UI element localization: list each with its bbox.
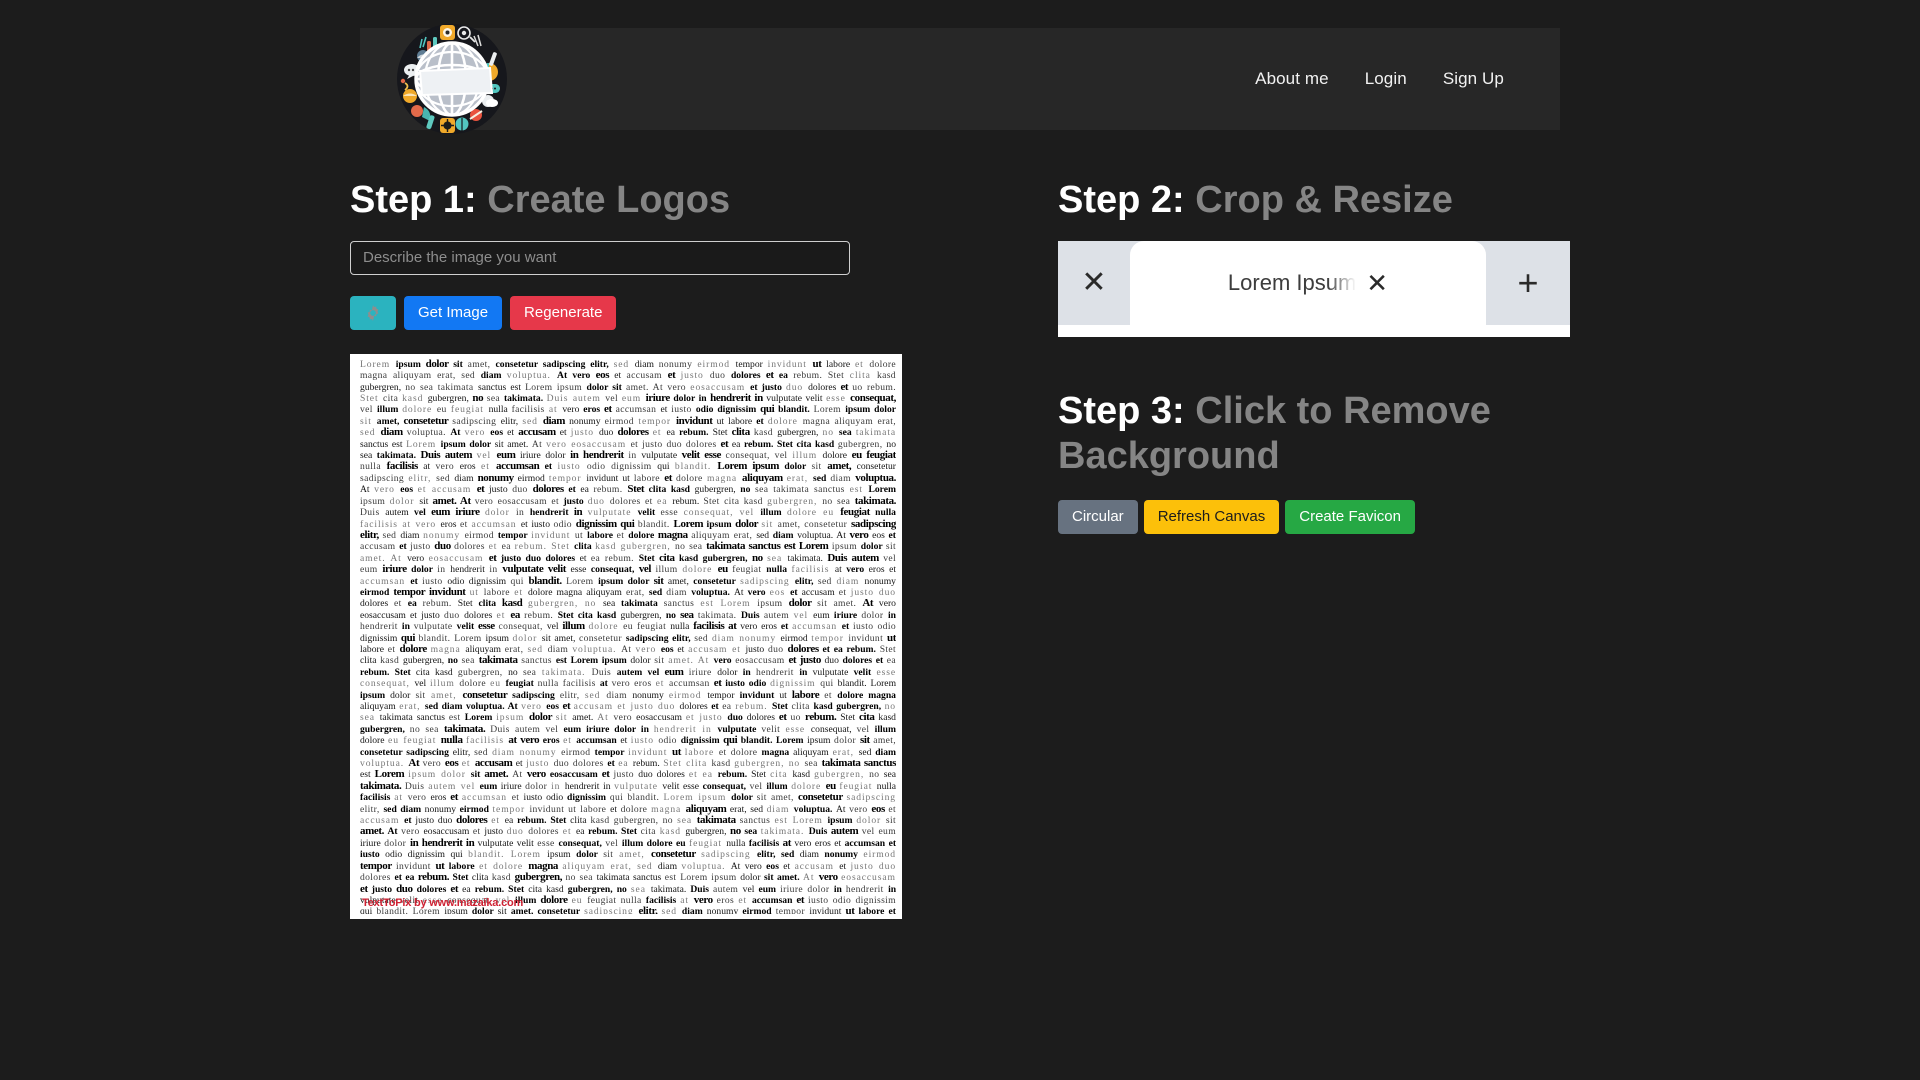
close-icon: ✕ xyxy=(1081,265,1107,299)
globe-logo[interactable] xyxy=(396,23,508,135)
step1-description: Create Logos xyxy=(476,179,731,221)
tab-list: ✕ Lorem Ipsum ✕ + xyxy=(1058,240,1570,325)
crop-resize-tabstrip: ✕ Lorem Ipsum ✕ + xyxy=(1058,240,1570,337)
step2-section: Step 2: Crop & Resize ✕ Lorem Ipsum ✕ + xyxy=(1058,178,1578,337)
refresh-canvas-button[interactable]: Refresh Canvas xyxy=(1143,500,1280,535)
describe-image-input[interactable] xyxy=(350,240,850,275)
step3-button-row: Circular Refresh Canvas Create Favicon xyxy=(1058,500,1578,535)
plus-icon: + xyxy=(1517,261,1539,303)
settings-button[interactable] xyxy=(350,295,396,330)
get-image-button[interactable]: Get Image xyxy=(404,295,503,330)
step2-heading: Step 2: Crop & Resize xyxy=(1058,178,1578,223)
step3-number: Step 3: xyxy=(1058,389,1185,432)
step1-number: Step 1: xyxy=(350,179,477,221)
add-tab-button[interactable]: + xyxy=(1486,241,1570,325)
tab-lorem-ipsum[interactable]: Lorem Ipsum ✕ xyxy=(1130,240,1486,325)
step1-heading: Step 1: Create Logos xyxy=(350,178,950,223)
tab-content-area[interactable] xyxy=(1058,324,1570,337)
step3-heading: Step 3: Click to Remove Background xyxy=(1058,389,1498,479)
close-all-tabs-button[interactable]: ✕ xyxy=(1058,241,1130,325)
circular-button[interactable]: Circular xyxy=(1058,500,1138,535)
nav-login[interactable]: Login xyxy=(1347,59,1425,99)
nav-about-me[interactable]: About me xyxy=(1237,59,1347,99)
site-header: About me Login Sign Up xyxy=(360,24,1560,134)
image-watermark: TextToPix by www.mazaika.com xyxy=(362,896,524,909)
regenerate-button[interactable]: Regenerate xyxy=(510,295,617,330)
tab-title: Lorem Ipsum xyxy=(1227,269,1357,295)
step3-section: Step 3: Click to Remove Background Circu… xyxy=(1058,389,1578,535)
tab-close-icon[interactable]: ✕ xyxy=(1366,270,1388,296)
generated-image-text: Lorem ipsum dolor sit amet, consetetur s… xyxy=(360,358,896,914)
step2-number: Step 2: xyxy=(1058,179,1185,221)
brand-slot xyxy=(360,24,520,134)
nav-sign-up[interactable]: Sign Up xyxy=(1425,59,1522,99)
create-favicon-button[interactable]: Create Favicon xyxy=(1285,500,1415,535)
gear-icon xyxy=(363,303,383,323)
step1-section: Step 1: Create Logos Get Image Regenerat… xyxy=(350,178,950,919)
step1-button-row: Get Image Regenerate xyxy=(350,295,950,330)
main-navigation: About me Login Sign Up xyxy=(1237,59,1560,99)
step2-description: Crop & Resize xyxy=(1184,179,1453,221)
right-column: Step 2: Crop & Resize ✕ Lorem Ipsum ✕ + … xyxy=(1058,178,1578,535)
generated-image[interactable]: Lorem ipsum dolor sit amet, consetetur s… xyxy=(350,353,902,919)
